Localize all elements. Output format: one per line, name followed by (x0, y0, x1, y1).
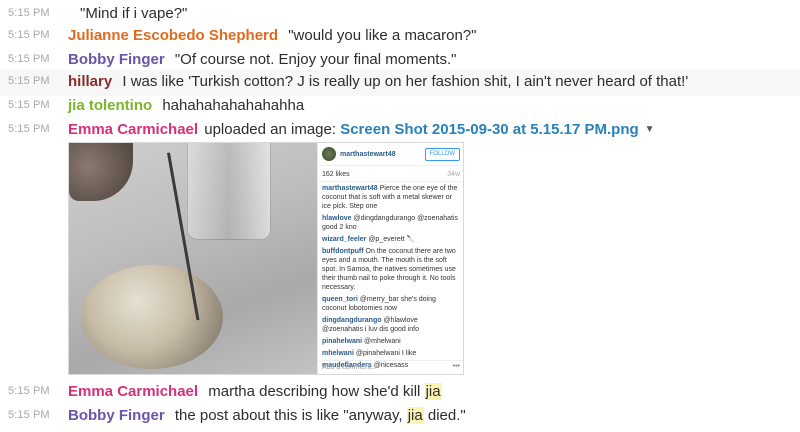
message-author[interactable]: hillary (68, 73, 112, 90)
message-body: "Mind if i vape?" (80, 5, 187, 23)
upload-action-text: uploaded an image: (204, 121, 337, 138)
instagram-comments: marthastewart48 Pierce the one eye of th… (318, 182, 463, 374)
file-link[interactable]: Screen Shot 2015-09-30 at 5.15.17 PM.png (340, 121, 638, 138)
mention-highlight[interactable]: jia (424, 383, 442, 400)
instagram-comment: marthastewart48 Pierce the one eye of th… (322, 184, 460, 211)
more-icon: ••• (452, 363, 460, 370)
message-body: Julianne Escobedo Shepherd "would you li… (68, 27, 476, 45)
likes-count: 162 likes (322, 171, 350, 178)
instagram-username: marthastewart48 (340, 151, 396, 158)
message-row: 5:15 PM jia tolentino hahahahahahahahha (0, 94, 800, 120)
instagram-header: marthastewart48 FOLLOW (318, 143, 463, 166)
comment-text: @mhelwani (364, 338, 401, 345)
message-timestamp[interactable]: 5:15 PM (8, 7, 68, 19)
message-timestamp[interactable]: 5:15 PM (8, 123, 68, 135)
message-text: "Mind if i vape?" (80, 5, 188, 22)
post-age: 34w (447, 171, 460, 178)
message-body: Emma Carmichael martha describing how sh… (68, 383, 442, 401)
message-body: Emma Carmichael uploaded an image: Scree… (68, 121, 655, 141)
message-text: I was like 'Turkish cotton? J is really … (122, 73, 689, 90)
upload-message-row: 5:15 PM Emma Carmichael uploaded an imag… (0, 118, 800, 144)
instagram-comment: mhelwani @pinahelwani I like (322, 349, 460, 358)
message-author[interactable]: Bobby Finger (68, 407, 165, 424)
comment-user: dingdangdurango (322, 317, 382, 324)
message-body: hillary I was like 'Turkish cotton? J is… (68, 73, 688, 91)
instagram-likes: 162 likes 34w (318, 166, 463, 182)
message-author[interactable]: Emma Carmichael (68, 383, 198, 400)
message-body: Bobby Finger the post about this is like… (68, 407, 466, 425)
message-timestamp[interactable]: 5:15 PM (8, 385, 68, 397)
message-row: 5:15 PM hillary I was like 'Turkish cott… (0, 70, 800, 96)
instagram-comment: queen_tori @merry_bar she's doing coconu… (322, 295, 460, 313)
message-author[interactable]: Bobby Finger (68, 51, 165, 68)
image-attachment[interactable]: marthastewart48 FOLLOW 162 likes 34w mar… (68, 142, 464, 375)
chevron-down-icon[interactable]: ▼ (645, 121, 655, 139)
message-timestamp[interactable]: 5:15 PM (8, 99, 68, 111)
message-body: Bobby Finger "Of course not. Enjoy your … (68, 51, 456, 69)
comment-user: hlawlove (322, 215, 352, 222)
comment-user: buffdontpuff (322, 248, 364, 255)
message-row: 5:15 PM Bobby Finger the post about this… (0, 404, 800, 430)
message-timestamp[interactable]: 5:15 PM (8, 29, 68, 41)
message-text: "Of course not. Enjoy your final moments… (174, 51, 457, 68)
comment-user: marthastewart48 (322, 185, 378, 192)
instagram-comment: pinahelwani @mhelwani (322, 337, 460, 346)
message-body: jia tolentino hahahahahahahahha (68, 97, 304, 115)
comment-text: @p_everett 🔪 (368, 236, 416, 243)
coconut-photo (69, 143, 317, 374)
hand-shape (69, 143, 133, 201)
message-text: hahahahahahahahha (162, 97, 305, 114)
instagram-comment: wizard_feeler @p_everett 🔪 (322, 235, 460, 244)
follow-button: FOLLOW (424, 148, 460, 161)
avatar (322, 147, 336, 161)
message-author[interactable]: jia tolentino (68, 97, 152, 114)
glass-shape (187, 143, 271, 240)
comment-user: wizard_feeler (322, 236, 367, 243)
instagram-comment: buffdontpuff On the coconut there are tw… (322, 247, 460, 292)
coconut-shape (81, 265, 223, 369)
instagram-add-comment: Add a comment... ••• (318, 360, 463, 374)
message-timestamp[interactable]: 5:15 PM (8, 53, 68, 65)
message-text: "would you like a macaron?" (288, 27, 477, 44)
message-row: 5:15 PM Emma Carmichael martha describin… (0, 380, 800, 406)
message-author[interactable]: Julianne Escobedo Shepherd (68, 27, 278, 44)
instagram-comment: dingdangdurango @hlawlove @zoenahatis i … (322, 316, 460, 334)
instagram-panel: marthastewart48 FOLLOW 162 likes 34w mar… (317, 143, 463, 374)
message-timestamp[interactable]: 5:15 PM (8, 75, 68, 87)
message-timestamp[interactable]: 5:15 PM (8, 409, 68, 421)
message-text: died." (423, 407, 466, 424)
message-text: the post about this is like "anyway, (174, 407, 407, 424)
comment-text: @pinahelwani I like (355, 350, 417, 357)
instagram-comment: hlawlove @dingdangdurango @zoenahatis go… (322, 214, 460, 232)
message-row: 5:15 PM Julianne Escobedo Shepherd "woul… (0, 24, 800, 50)
mention-highlight[interactable]: jia (406, 407, 424, 424)
comment-user: pinahelwani (322, 338, 363, 345)
comment-user: queen_tori (322, 296, 358, 303)
comment-user: mhelwani (322, 350, 354, 357)
message-author[interactable]: Emma Carmichael (68, 121, 198, 138)
message-text: martha describing how she'd kill (208, 383, 425, 400)
add-comment-placeholder: Add a comment... (322, 364, 377, 371)
